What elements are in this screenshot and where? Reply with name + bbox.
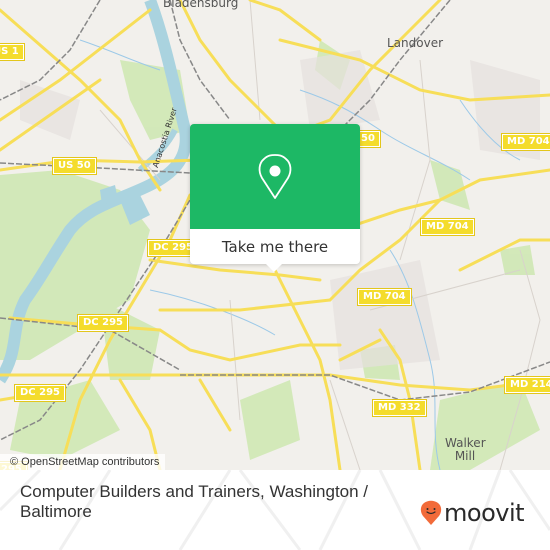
road-shield: US 1: [0, 43, 25, 61]
place-label: Walker Mill: [445, 436, 486, 463]
map-attribution[interactable]: © OpenStreetMap contributors: [0, 454, 166, 470]
road: [198, 378, 232, 432]
footer: Computer Builders and Trainers, Washingt…: [0, 470, 550, 550]
location-title-line1: Computer Builders and Trainers, Washingt…: [20, 482, 369, 501]
take-me-there-button[interactable]: Take me there: [190, 229, 360, 264]
map-pin-icon: [258, 154, 292, 199]
road-shield: US 50: [52, 157, 97, 175]
popup-pointer: [265, 263, 283, 272]
road-shield: MD 332: [372, 399, 427, 417]
road-shield: MD 704: [357, 288, 412, 306]
moovit-pin-icon: [420, 500, 442, 525]
place-label: Landover: [387, 36, 444, 50]
location-title: Computer Builders and Trainers, Washingt…: [20, 482, 420, 522]
place-label: Bladensburg: [163, 0, 239, 10]
moovit-logo[interactable]: moovit: [420, 499, 525, 527]
moovit-wordmark: moovit: [444, 499, 525, 527]
map-view[interactable]: Bladensburg Landover Walker Mill Anacost…: [0, 0, 550, 470]
road: [178, 0, 282, 132]
road: [158, 298, 332, 312]
road: [248, 0, 322, 42]
urban-area: [330, 260, 440, 370]
park-area: [240, 380, 300, 460]
urban-area: [300, 50, 380, 130]
road-shield: DC 295: [14, 384, 66, 402]
road-shield: DC 295: [77, 314, 129, 332]
road-shield: MD 704: [501, 133, 550, 151]
road-shield: MD 214: [504, 376, 550, 394]
road-shield: MD 704: [420, 218, 475, 236]
location-title-line2: Baltimore: [20, 502, 92, 521]
location-popup: Take me there: [190, 124, 360, 272]
